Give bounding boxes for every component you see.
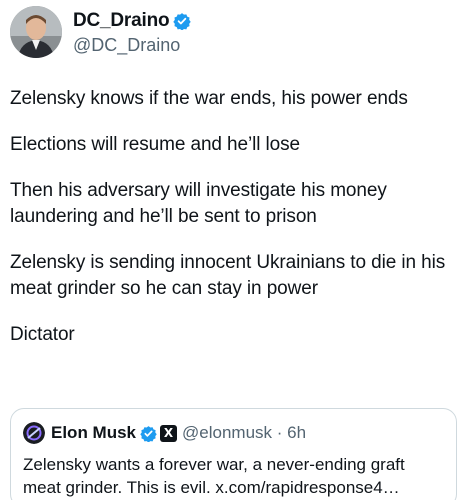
tweet-body: Zelensky knows if the war ends, his powe… xyxy=(10,86,455,368)
avatar[interactable] xyxy=(10,6,62,58)
verified-check-icon xyxy=(140,425,157,442)
quoted-handle-time[interactable]: @elonmusk · 6h xyxy=(182,423,306,443)
tweet-header: DC_Draino @DC_Draino xyxy=(10,6,192,58)
x-affiliation-icon: X xyxy=(160,424,178,442)
tweet-paragraph: Elections will resume and he’ll lose xyxy=(10,134,300,155)
quoted-text: Zelensky wants a forever war, a never-en… xyxy=(23,455,405,497)
author-display-name[interactable]: DC_Draino xyxy=(73,10,170,32)
quoted-avatar[interactable] xyxy=(23,422,45,444)
tweet-paragraph: Zelensky knows if the war ends, his powe… xyxy=(10,88,408,109)
verified-check-icon xyxy=(173,12,192,30)
tweet-paragraph: Dictator xyxy=(10,324,75,345)
tweet-paragraph: Zelensky is sending innocent Ukrainians … xyxy=(10,252,446,299)
tweet-paragraph: Then his adversary will investigate his … xyxy=(10,180,387,227)
author-handle[interactable]: @DC_Draino xyxy=(73,35,191,56)
quoted-display-name[interactable]: Elon Musk xyxy=(51,423,136,443)
tweet-screenshot: DC_Draino @DC_Draino Zelensky knows if t… xyxy=(0,0,461,500)
quoted-tweet[interactable]: Elon Musk X @elonmusk · 6h Zelensky want… xyxy=(10,408,457,500)
